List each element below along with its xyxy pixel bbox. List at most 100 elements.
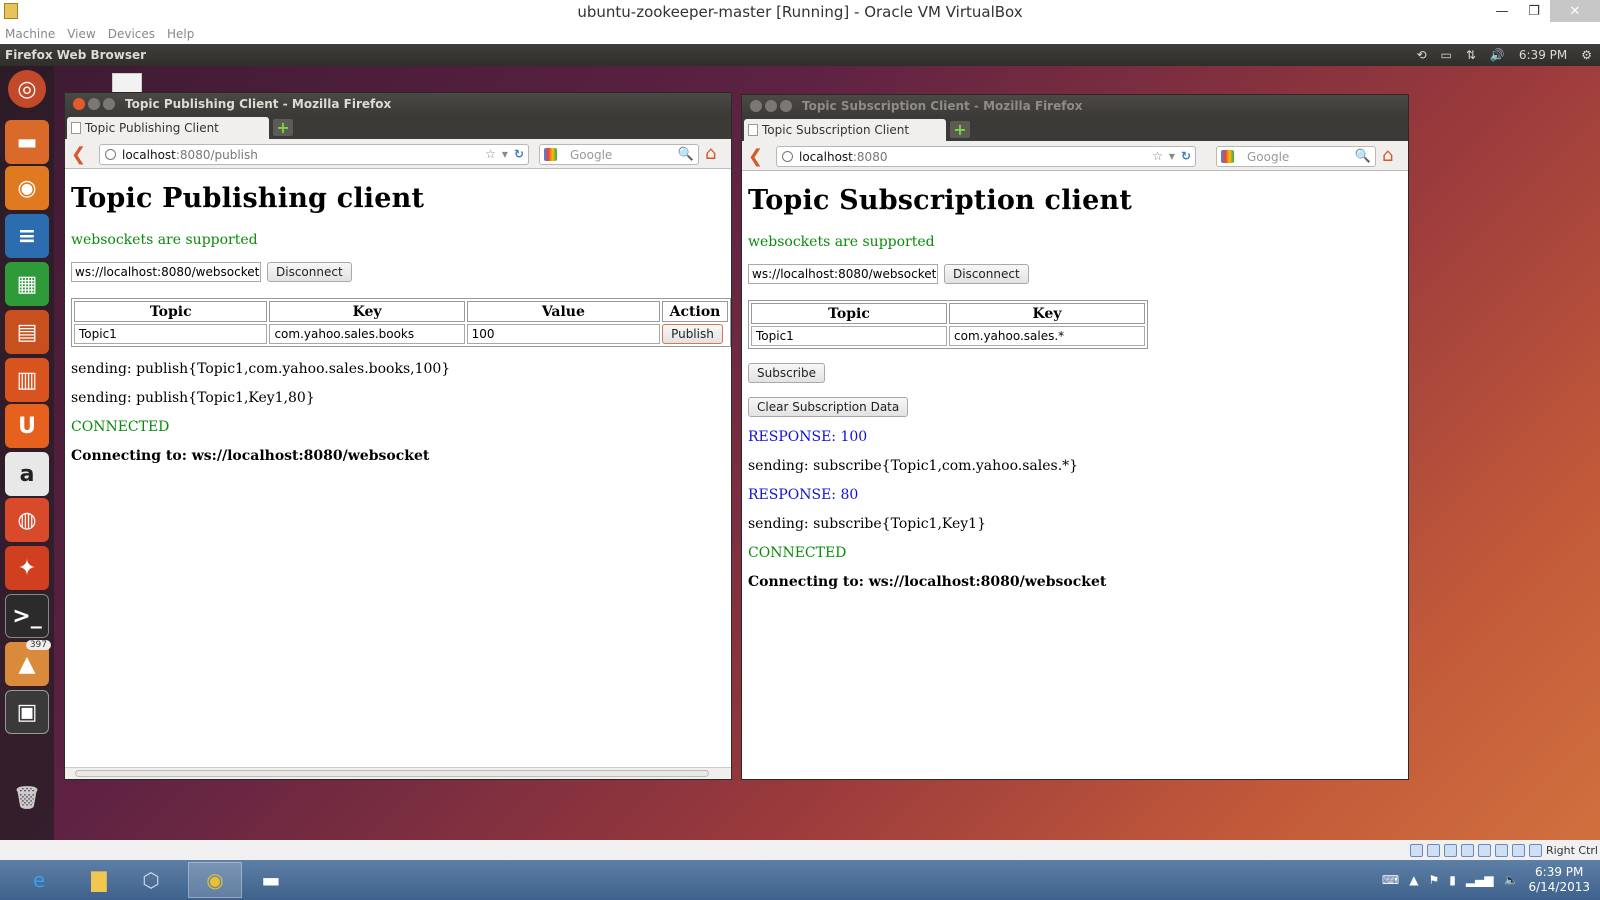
virtualbox-taskbar-icon[interactable]: ⬡ (124, 862, 178, 898)
bookmark-star-icon[interactable]: ☆ (1152, 149, 1163, 163)
back-icon[interactable]: ❮ (748, 146, 763, 167)
network-icon[interactable]: ⇅ (1466, 48, 1476, 62)
network-adapter-icon[interactable] (1477, 843, 1491, 857)
subscribe-button[interactable]: Subscribe (748, 363, 825, 383)
files-icon[interactable]: ▬ (5, 120, 49, 164)
signal-icon[interactable]: ▂▄▆ (1466, 873, 1494, 887)
response-line: RESPONSE: 80 (748, 487, 859, 503)
maximize-icon[interactable] (780, 100, 792, 112)
url-bar[interactable]: localhost:8080 ☆ ▾ ↻ (776, 146, 1196, 167)
publish-button[interactable]: Publish (662, 324, 723, 344)
publisher-tabbar: Topic Publishing Client + (65, 115, 731, 139)
search-icon[interactable]: 🔍 (678, 147, 694, 162)
col-key: Key (949, 303, 1145, 324)
new-tab-button[interactable]: + (273, 118, 293, 137)
websocket-url-input[interactable]: ws://localhost:8080/websocket (71, 262, 261, 282)
tray-expand-icon[interactable]: ▲ (1409, 873, 1418, 887)
key-input[interactable]: com.yahoo.sales.* (949, 326, 1145, 346)
taskbar-clock[interactable]: 6:39 PM 6/14/2013 (1528, 865, 1590, 895)
ubuntu-one-icon[interactable]: U (5, 404, 49, 448)
close-icon[interactable] (73, 98, 85, 110)
tab-topic-publishing-client[interactable]: Topic Publishing Client (67, 117, 269, 139)
close-icon[interactable] (750, 100, 762, 112)
search-placeholder: Google (570, 147, 613, 162)
calc-icon[interactable]: ▦ (5, 262, 49, 306)
url-dropdown-icon[interactable]: ▾ (502, 147, 508, 161)
restore-icon[interactable]: ❐ (1518, 0, 1550, 22)
firefox-icon[interactable]: ◉ (5, 166, 49, 210)
key-input[interactable]: com.yahoo.sales.books (269, 324, 465, 344)
minimize-icon[interactable]: — (1486, 0, 1518, 22)
connection-row: ws://localhost:8080/websocket Disconnect (748, 264, 1408, 284)
trash-icon[interactable]: 🗑 (5, 776, 49, 820)
speaker-icon[interactable]: 🔈 (1504, 873, 1519, 887)
topic-input[interactable]: Topic1 (74, 324, 268, 344)
keyboard-capture-icon[interactable] (1528, 843, 1542, 857)
col-topic: Topic (751, 303, 947, 324)
cmd-icon[interactable]: ▬ (244, 862, 298, 898)
websocket-url-input[interactable]: ws://localhost:8080/websocket (748, 264, 938, 284)
usb-icon[interactable] (1443, 843, 1457, 857)
system-settings-icon[interactable]: ✦ (5, 546, 49, 590)
search-bar[interactable]: Google 🔍 (539, 144, 699, 165)
ubuntu-one-music-icon[interactable]: ◍ (5, 498, 49, 542)
minimize-icon[interactable] (88, 98, 100, 110)
amazon-icon[interactable]: a (5, 452, 49, 496)
optical-drive-icon[interactable] (1426, 843, 1440, 857)
power-icon[interactable]: ▮ (1449, 873, 1456, 887)
desktop-file-icon[interactable] (112, 73, 142, 93)
workspace-switcher-icon[interactable]: ▣ (5, 690, 49, 734)
software-center-icon[interactable]: ▥ (5, 358, 49, 402)
reload-icon[interactable]: ↻ (514, 147, 524, 161)
chrome-icon[interactable]: ◉ (188, 862, 242, 898)
keyboard-icon[interactable]: ⌨ (1382, 873, 1399, 887)
reload-icon[interactable]: ↻ (1181, 149, 1191, 163)
topic-input[interactable]: Topic1 (751, 326, 947, 346)
bookmark-star-icon[interactable]: ☆ (485, 147, 496, 161)
writer-icon[interactable]: ≡ (5, 214, 49, 258)
home-icon[interactable]: ⌂ (705, 143, 716, 164)
dash-home-icon[interactable]: ◎ (8, 70, 46, 108)
connection-row: ws://localhost:8080/websocket Disconnect (71, 262, 731, 282)
update-manager-icon[interactable]: ▲ 397 (5, 640, 51, 686)
search-icon[interactable]: 🔍 (1355, 149, 1371, 164)
hard-disk-icon[interactable] (1409, 843, 1423, 857)
shared-folders-icon[interactable] (1460, 843, 1474, 857)
url-bar[interactable]: localhost:8080/publish ☆ ▾ ↻ (99, 144, 529, 165)
horizontal-scrollbar[interactable] (65, 767, 731, 779)
clear-subscription-data-button[interactable]: Clear Subscription Data (748, 397, 909, 417)
display-icon[interactable] (1494, 843, 1508, 857)
menu-view[interactable]: View (67, 27, 95, 41)
close-icon[interactable]: ✕ (1550, 0, 1600, 22)
tab-topic-subscription-client[interactable]: Topic Subscription Client (744, 119, 946, 141)
url-dropdown-icon[interactable]: ▾ (1169, 149, 1175, 163)
disconnect-button[interactable]: Disconnect (267, 262, 352, 282)
menu-machine[interactable]: Machine (5, 27, 55, 41)
url-path: :8080/publish (175, 147, 258, 162)
internet-explorer-icon[interactable]: e (12, 862, 66, 898)
file-explorer-icon[interactable]: ▇ (72, 862, 126, 898)
menu-help[interactable]: Help (167, 27, 194, 41)
disconnect-button[interactable]: Disconnect (944, 264, 1029, 284)
minimize-icon[interactable] (765, 100, 777, 112)
home-icon[interactable]: ⌂ (1382, 145, 1393, 166)
sync-icon[interactable]: ⟲ (1416, 48, 1426, 62)
value-input[interactable]: 100 (466, 324, 661, 344)
publisher-window-title: Topic Publishing Client - Mozilla Firefo… (125, 97, 392, 111)
battery-icon[interactable]: ▭ (1441, 48, 1452, 62)
new-tab-button[interactable]: + (950, 120, 970, 139)
flag-icon[interactable]: ⚑ (1428, 873, 1439, 887)
update-count-badge: 397 (25, 640, 51, 650)
scrollbar-thumb[interactable] (75, 770, 709, 777)
gear-icon[interactable]: ⚙ (1581, 48, 1592, 62)
volume-icon[interactable]: 🔊 (1490, 48, 1505, 62)
search-bar[interactable]: Google 🔍 (1216, 146, 1376, 167)
impress-icon[interactable]: ▤ (5, 310, 49, 354)
mouse-integration-icon[interactable] (1511, 843, 1525, 857)
maximize-icon[interactable] (103, 98, 115, 110)
panel-clock[interactable]: 6:39 PM (1519, 48, 1567, 62)
google-icon (544, 148, 557, 161)
back-icon[interactable]: ❮ (71, 144, 86, 165)
terminal-icon[interactable]: >_ (5, 594, 49, 638)
menu-devices[interactable]: Devices (108, 27, 155, 41)
